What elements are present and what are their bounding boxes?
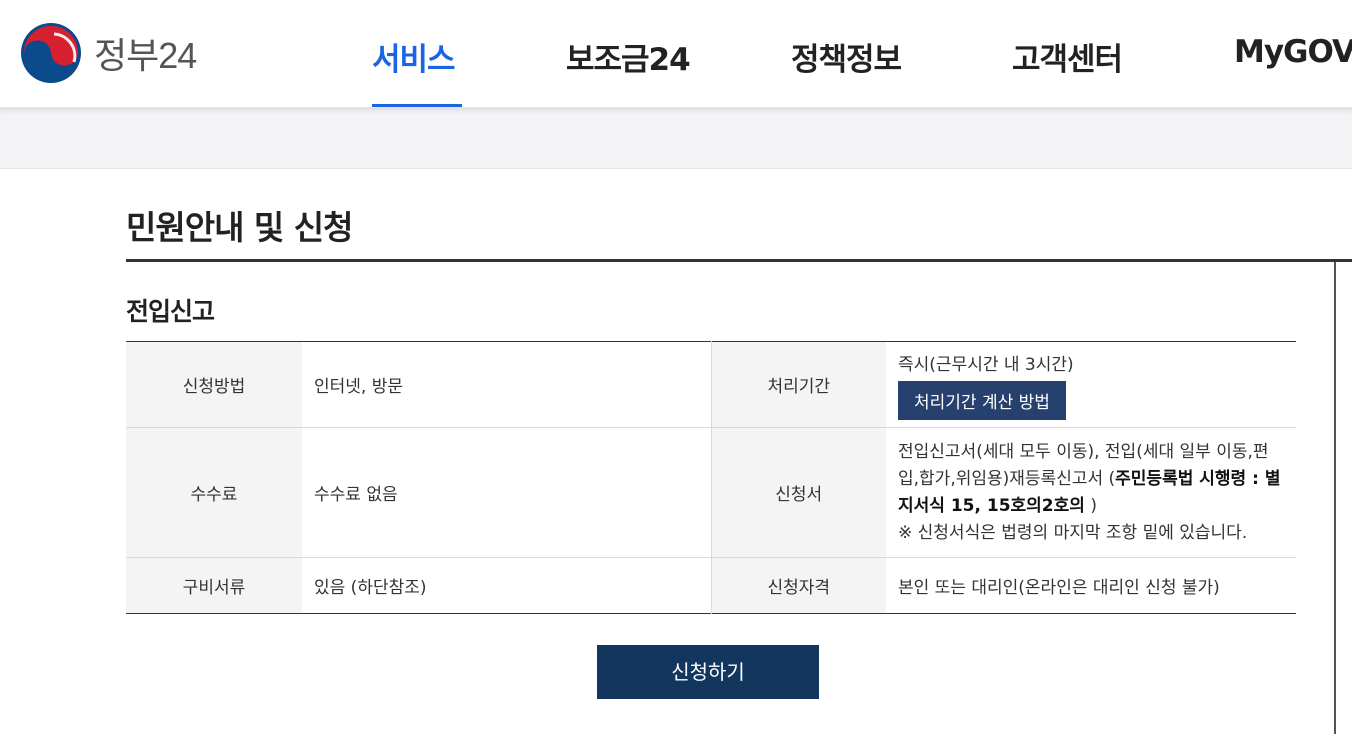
eligibility-label: 신청자격	[710, 557, 886, 614]
table-row: 수수료 수수료 없음 신청서 전입신고서(세대 모두 이동), 전입(세대 일부…	[126, 427, 1296, 558]
site-header: 정부24 서비스 보조금24 정책정보 고객센터 MyGOV	[0, 0, 1352, 110]
form-label: 신청서	[710, 427, 886, 558]
docs-value: 있음 (하단참조)	[314, 578, 427, 598]
form-note: ※ 신청서식은 법령의 마지막 조항 밑에 있습니다.	[898, 522, 1248, 543]
form-cell: 전입신고서(세대 모두 이동), 전입(세대 일부 이동,편입,합가,위임용)재…	[886, 427, 1296, 558]
taegeuk-logo-icon	[21, 23, 81, 83]
fee-value: 수수료 없음	[302, 427, 711, 558]
page-title: 민원안내 및 신청	[126, 208, 353, 247]
eligibility-value: 본인 또는 대리인(온라인은 대리인 신청 불가)	[898, 578, 1220, 598]
nav-subsidy24[interactable]: 보조금24	[566, 34, 691, 79]
method-label: 신청방법	[126, 341, 302, 428]
method-value: 인터넷, 방문	[302, 341, 711, 428]
title-divider	[126, 259, 1352, 262]
docs-label: 구비서류	[126, 557, 302, 614]
gov24-logo[interactable]: 정부24	[20, 22, 197, 84]
right-divider	[1334, 262, 1336, 734]
logo-text: 정부24	[94, 35, 197, 76]
period-label: 처리기간	[710, 341, 886, 428]
period-calc-button[interactable]: 처리기간 계산 방법	[898, 380, 1066, 420]
form-text-end: )	[1084, 495, 1097, 516]
nav-policy-info[interactable]: 정책정보	[791, 34, 902, 79]
fee-label: 수수료	[126, 427, 302, 558]
nav-customer-center[interactable]: 고객센터	[1012, 34, 1123, 79]
apply-button[interactable]: 신청하기	[597, 645, 819, 699]
period-cell: 즉시(근무시간 내 3시간) 처리기간 계산 방법	[886, 341, 1296, 428]
sub-header-band	[0, 107, 1352, 169]
nav-mygov[interactable]: MyGOV	[1234, 34, 1352, 70]
nav-services[interactable]: 서비스	[372, 34, 456, 79]
table-row: 구비서류 있음 (하단참조) 신청자격 본인 또는 대리인(온라인은 대리인 신…	[126, 557, 1296, 614]
table-row: 신청방법 인터넷, 방문 처리기간 즉시(근무시간 내 3시간) 처리기간 계산…	[126, 341, 1296, 428]
section-title: 전입신고	[126, 297, 215, 326]
service-info-table: 신청방법 인터넷, 방문 처리기간 즉시(근무시간 내 3시간) 처리기간 계산…	[126, 341, 1296, 614]
period-value: 즉시(근무시간 내 3시간)	[898, 354, 1074, 375]
